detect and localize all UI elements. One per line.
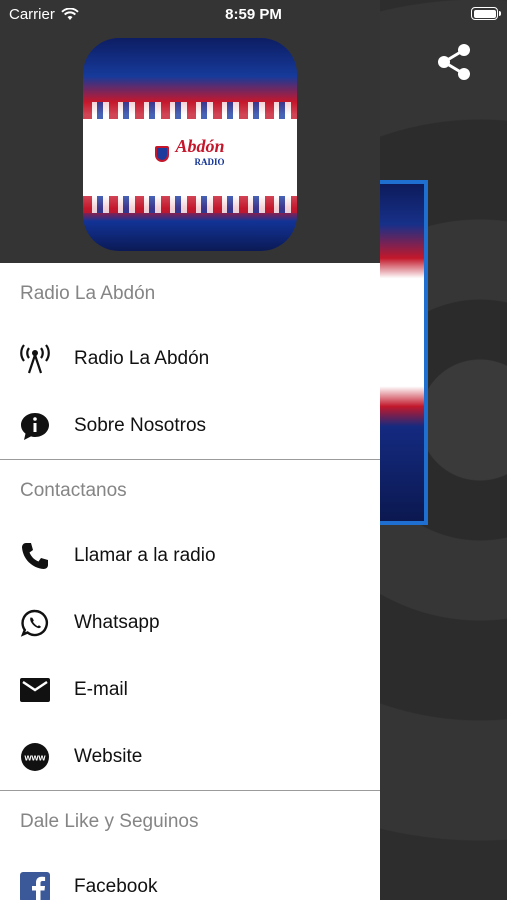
whatsapp-icon <box>18 606 52 640</box>
svg-text:www: www <box>23 752 46 762</box>
menu-item-label: Sobre Nosotros <box>74 414 207 436</box>
www-icon: www <box>18 740 52 774</box>
status-bar: Carrier 8:59 PM <box>0 0 507 30</box>
station-logo: Abdón RADIO <box>83 38 297 251</box>
battery-icon <box>471 7 501 20</box>
menu-item-label: Radio La Abdón <box>74 347 210 369</box>
logo-splatter-bottom <box>83 195 297 213</box>
menu-item-radio[interactable]: Radio La Abdón <box>0 325 380 392</box>
logo-word: Abdón <box>175 136 225 156</box>
menu-item-label: E-mail <box>74 678 128 700</box>
menu-item-facebook[interactable]: Facebook <box>0 853 380 900</box>
drawer-header: Abdón RADIO <box>0 0 380 263</box>
share-icon <box>438 44 470 80</box>
menu-item-label: Website <box>74 745 143 767</box>
logo-splatter-top <box>83 101 297 119</box>
menu-item-label: Whatsapp <box>74 611 160 633</box>
section-title-radio: Radio La Abdón <box>20 283 156 304</box>
logo-word-wrap: Abdón RADIO <box>175 136 225 170</box>
battery-fill <box>473 9 496 18</box>
album-cover <box>376 180 428 525</box>
section-title-social: Dale Like y Seguinos <box>20 811 199 832</box>
section-title-contact: Contactanos <box>20 480 127 501</box>
menu-item-label: Llamar a la radio <box>74 544 216 566</box>
menu-item-label: Facebook <box>74 875 158 897</box>
club-shield-icon <box>155 146 170 162</box>
logo-wordmark: Abdón RADIO <box>83 136 297 170</box>
phone-icon <box>18 539 52 573</box>
radio-tower-icon <box>18 342 52 376</box>
share-button[interactable] <box>434 42 474 82</box>
info-chat-icon <box>18 409 52 443</box>
status-time: 8:59 PM <box>225 6 282 23</box>
menu-item-website[interactable]: www Website <box>0 723 380 790</box>
menu-item-call[interactable]: Llamar a la radio <box>0 522 380 589</box>
menu-item-whatsapp[interactable]: Whatsapp <box>0 589 380 656</box>
mail-icon <box>18 673 52 707</box>
navigation-drawer: Abdón RADIO Radio La Abdón Radio La Abdó… <box>0 0 380 900</box>
facebook-icon <box>18 870 52 900</box>
menu-item-about[interactable]: Sobre Nosotros <box>0 392 380 459</box>
menu-item-email[interactable]: E-mail <box>0 656 380 723</box>
logo-sub: RADIO <box>194 157 225 167</box>
